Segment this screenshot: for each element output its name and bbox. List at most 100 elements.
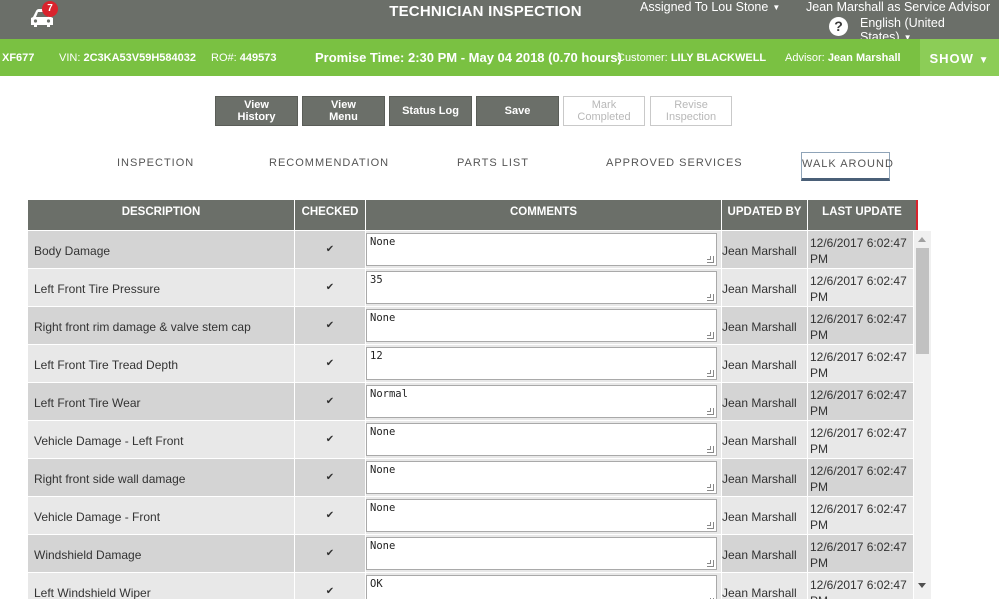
row-checked[interactable]: ✔ — [295, 535, 365, 572]
col-comments[interactable]: COMMENTS — [366, 200, 722, 230]
save-button[interactable]: Save — [476, 96, 559, 126]
col-checked[interactable]: CHECKED — [295, 200, 366, 230]
resize-grip-icon[interactable] — [707, 522, 714, 529]
row-checked[interactable]: ✔ — [295, 231, 365, 268]
resize-grip-icon[interactable] — [707, 446, 714, 453]
caret-down-icon: ▼ — [978, 55, 990, 66]
row-updated-by: Jean Marshall — [722, 573, 807, 599]
comment-text: OK — [370, 578, 383, 590]
resize-grip-icon[interactable] — [707, 332, 714, 339]
row-last-update: 12/6/2017 6:02:47PM — [808, 459, 913, 496]
row-description: Right front side wall damage — [28, 459, 294, 496]
tab-parts-list[interactable]: PARTS LIST — [457, 157, 529, 169]
row-last-update: 12/6/2017 6:02:47PM — [808, 573, 913, 599]
row-checked[interactable]: ✔ — [295, 497, 365, 534]
row-last-update: 12/6/2017 6:02:47PM — [808, 345, 913, 382]
row-checked[interactable]: ✔ — [295, 269, 365, 306]
row-description: Left Front Tire Wear — [28, 383, 294, 420]
checkmark-icon[interactable]: ✔ — [326, 435, 335, 445]
view-history-button[interactable]: View History — [215, 96, 298, 126]
last-update-date: 12/6/2017 6:02:47 — [810, 274, 907, 288]
row-checked[interactable]: ✔ — [295, 573, 365, 599]
table-row: Right front rim damage & valve stem cap ✔… — [28, 307, 913, 345]
checkmark-icon[interactable]: ✔ — [326, 473, 335, 483]
last-update-date: 12/6/2017 6:02:47 — [810, 312, 907, 326]
show-button[interactable]: SHOW ▼ — [920, 39, 999, 76]
row-checked[interactable]: ✔ — [295, 345, 365, 382]
scroll-thumb[interactable] — [916, 248, 929, 354]
table-row: Vehicle Damage - Front ✔ None Jean Marshall… — [28, 497, 913, 535]
last-update-date: 12/6/2017 6:02:47 — [810, 236, 907, 250]
col-last-update[interactable]: LAST UPDATE — [808, 200, 918, 230]
comment-textarea[interactable]: None — [366, 499, 717, 532]
last-update-ampm: PM — [810, 252, 828, 266]
checkmark-icon[interactable]: ✔ — [326, 397, 335, 407]
resize-grip-icon[interactable] — [707, 256, 714, 263]
comment-text: None — [370, 464, 396, 476]
comment-textarea[interactable]: 12 — [366, 347, 717, 380]
comment-text: 35 — [370, 274, 383, 286]
comment-textarea[interactable]: OK — [366, 575, 717, 599]
current-user: Jean Marshall as Service Advisor — [806, 0, 991, 14]
col-description[interactable]: DESCRIPTION — [28, 200, 295, 230]
comment-textarea[interactable]: None — [366, 309, 717, 342]
comment-text: None — [370, 502, 396, 514]
mark-completed-button[interactable]: Mark Completed — [563, 96, 645, 126]
resize-grip-icon[interactable] — [707, 560, 714, 567]
tab-approved-services[interactable]: APPROVED SERVICES — [606, 157, 743, 169]
checkmark-icon[interactable]: ✔ — [326, 549, 335, 559]
resize-grip-icon[interactable] — [707, 370, 714, 377]
vehicle-notifications[interactable]: 7 — [28, 1, 58, 32]
row-last-update: 12/6/2017 6:02:47PM — [808, 307, 913, 344]
comment-textarea[interactable]: None — [366, 537, 717, 570]
row-updated-by: Jean Marshall — [722, 535, 807, 572]
resize-grip-icon[interactable] — [707, 484, 714, 491]
resize-grip-icon[interactable] — [707, 408, 714, 415]
checkmark-icon[interactable]: ✔ — [326, 511, 335, 521]
tab-walk-around[interactable]: WALK AROUND — [801, 152, 893, 181]
comment-textarea[interactable]: None — [366, 423, 717, 456]
comment-textarea[interactable]: 35 — [366, 271, 717, 304]
checkmark-icon[interactable]: ✔ — [326, 359, 335, 369]
row-checked[interactable]: ✔ — [295, 383, 365, 420]
row-updated-by: Jean Marshall — [722, 231, 807, 268]
last-update-date: 12/6/2017 6:02:47 — [810, 578, 907, 592]
table-row: Vehicle Damage - Left Front ✔ None Jean Mar… — [28, 421, 913, 459]
last-update-ampm: PM — [810, 556, 828, 570]
table-scrollbar[interactable] — [914, 231, 931, 599]
view-menu-button[interactable]: View Menu — [302, 96, 385, 126]
row-comment-cell: None — [366, 459, 721, 496]
revise-inspection-button[interactable]: Revise Inspection — [650, 96, 732, 126]
row-description: Vehicle Damage - Front — [28, 497, 294, 534]
row-last-update: 12/6/2017 6:02:47PM — [808, 383, 913, 420]
scroll-down-icon[interactable] — [918, 583, 926, 588]
advisor-field: Advisor: Jean Marshall — [785, 52, 901, 64]
tab-inspection[interactable]: INSPECTION — [117, 157, 194, 169]
row-checked[interactable]: ✔ — [295, 421, 365, 458]
last-update-date: 12/6/2017 6:02:47 — [810, 502, 907, 516]
row-updated-by: Jean Marshall — [722, 421, 807, 458]
row-description: Vehicle Damage - Left Front — [28, 421, 294, 458]
status-log-button[interactable]: Status Log — [389, 96, 472, 126]
checkmark-icon[interactable]: ✔ — [326, 321, 335, 331]
assigned-dropdown[interactable]: Assigned To Lou Stone ▼ — [640, 0, 780, 14]
tab-recommendation[interactable]: RECOMMENDATION — [269, 157, 389, 169]
last-update-ampm: PM — [810, 518, 828, 532]
col-updated-by[interactable]: UPDATED BY — [722, 200, 808, 230]
row-checked[interactable]: ✔ — [295, 307, 365, 344]
comment-textarea[interactable]: None — [366, 233, 717, 266]
comment-textarea[interactable]: Normal — [366, 385, 717, 418]
row-comment-cell: None — [366, 497, 721, 534]
checkmark-icon[interactable]: ✔ — [326, 587, 335, 597]
checkmark-icon[interactable]: ✔ — [326, 283, 335, 293]
row-last-update: 12/6/2017 6:02:47PM — [808, 535, 913, 572]
row-description: Left Front Tire Pressure — [28, 269, 294, 306]
help-icon[interactable]: ? — [829, 17, 848, 36]
row-checked[interactable]: ✔ — [295, 459, 365, 496]
table-row: Left Front Tire Wear ✔ Normal Jean Marshall… — [28, 383, 913, 421]
resize-grip-icon[interactable] — [707, 294, 714, 301]
notification-badge[interactable]: 7 — [42, 1, 58, 17]
comment-textarea[interactable]: None — [366, 461, 717, 494]
checkmark-icon[interactable]: ✔ — [326, 245, 335, 255]
scroll-up-icon[interactable] — [918, 237, 926, 242]
